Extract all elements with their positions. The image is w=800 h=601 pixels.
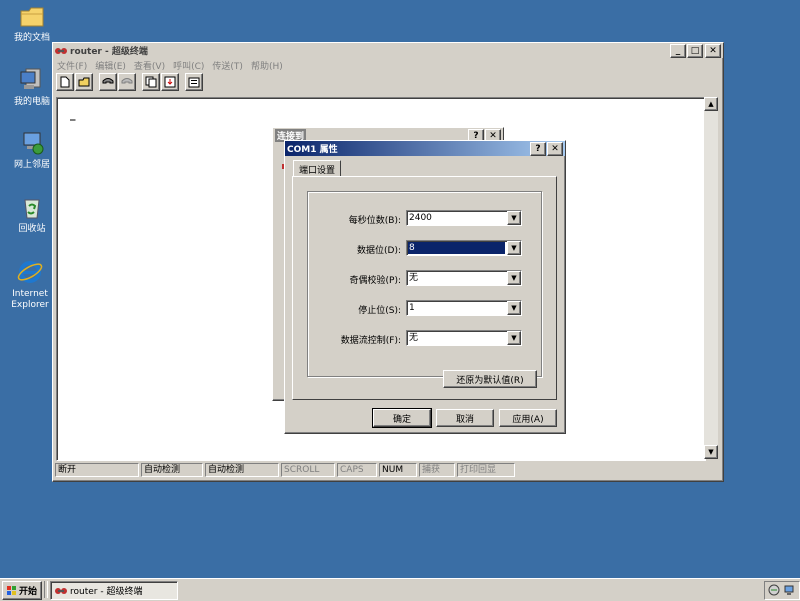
disconnect-icon[interactable] [118,73,136,91]
hyperterminal-app-icon [55,46,67,56]
status-capture: 捕获 [419,463,455,477]
cancel-button[interactable]: 取消 [436,409,494,427]
menu-file[interactable]: 文件(F) [57,59,87,72]
desktop-icon-internet-explorer[interactable]: Internet Explorer [0,258,60,311]
tray-volume-icon[interactable] [768,584,780,599]
receive-icon[interactable] [161,73,179,91]
field-row-stop-bits: 停止位(S): 1 ▼ [308,300,541,316]
flow-control-value: 无 [409,333,419,343]
main-titlebar[interactable]: router - 超级终端 _ □ ✕ [53,43,723,58]
scroll-up-button[interactable]: ▲ [704,97,718,111]
minimize-button[interactable]: _ [670,43,686,58]
recycle-bin-icon [18,193,46,221]
parity-value: 无 [409,273,419,283]
com-dialog-titlebar[interactable]: COM1 属性 ? ✕ [285,141,565,156]
menu-transfer[interactable]: 传送(T) [212,59,243,72]
baud-rate-value: 2400 [409,213,432,223]
tray-network-icon[interactable] [783,584,795,599]
dropdown-arrow-icon[interactable]: ▼ [507,211,521,225]
com-properties-dialog: COM1 属性 ? ✕ 端口设置 每秒位数(B): 2400 ▼ 数据位(D):… [284,140,566,434]
maximize-button[interactable]: □ [687,43,703,58]
dropdown-arrow-icon[interactable]: ▼ [507,301,521,315]
windows-logo-icon [6,585,17,596]
scroll-down-button[interactable]: ▼ [704,445,718,459]
flow-control-select[interactable]: 无 ▼ [406,330,522,346]
call-icon[interactable] [99,73,117,91]
data-bits-select[interactable]: 8 ▼ [406,240,522,256]
send-icon[interactable] [142,73,160,91]
menu-view[interactable]: 查看(V) [134,59,165,72]
data-bits-label: 数据位(D): [357,246,401,256]
desktop-icon-label: Explorer [11,300,49,310]
com-dialog-title: COM1 属性 [287,145,338,155]
system-tray [764,581,800,600]
toolbar [53,72,723,92]
internet-explorer-icon [16,258,44,286]
vertical-scrollbar[interactable]: ▲ ▼ [704,97,718,459]
status-connection: 断开 [55,463,139,477]
settings-group: 每秒位数(B): 2400 ▼ 数据位(D): 8 ▼ 奇偶校验(P): 无 ▼ [307,191,542,377]
stop-bits-value: 1 [409,303,415,313]
stop-bits-select[interactable]: 1 ▼ [406,300,522,316]
data-bits-value: 8 [408,242,505,254]
dropdown-arrow-icon[interactable]: ▼ [507,271,521,285]
status-print-echo: 打印回显 [457,463,515,477]
field-row-parity: 奇偶校验(P): 无 ▼ [308,270,541,286]
status-detect-2: 自动检测 [205,463,279,477]
open-folder-icon[interactable] [75,73,93,91]
taskbar-task-hyperterminal[interactable]: router - 超级终端 [50,581,178,600]
properties-icon[interactable] [185,73,203,91]
start-label: 开始 [18,587,37,597]
menu-help[interactable]: 帮助(H) [251,59,283,72]
field-row-data-bits: 数据位(D): 8 ▼ [308,240,541,256]
computer-icon [18,66,46,94]
close-button[interactable]: ✕ [547,141,563,156]
baud-rate-label: 每秒位数(B): [348,216,401,226]
taskbar-divider [44,581,48,598]
parity-label: 奇偶校验(P): [349,276,401,286]
field-row-flow-control: 数据流控制(F): 无 ▼ [308,330,541,346]
menu-edit[interactable]: 编辑(E) [95,59,126,72]
menu-call[interactable]: 呼叫(C) [173,59,204,72]
start-button[interactable]: 开始 [2,581,42,600]
folder-icon [18,2,46,30]
menu-bar: 文件(F) 编辑(E) 查看(V) 呼叫(C) 传送(T) 帮助(H) [53,58,723,72]
status-caps: CAPS [337,463,377,477]
apply-button[interactable]: 应用(A) [499,409,557,427]
help-button[interactable]: ? [530,141,546,156]
restore-defaults-button[interactable]: 还原为默认值(R) [443,370,537,388]
parity-select[interactable]: 无 ▼ [406,270,522,286]
main-window-title: router - 超级终端 [70,47,148,57]
taskbar: 开始 router - 超级终端 [0,578,800,601]
stop-bits-label: 停止位(S): [358,306,401,316]
network-icon [18,129,46,157]
status-scroll: SCROLL [281,463,335,477]
desktop-icon-my-documents[interactable]: 我的文档 [2,2,62,44]
dropdown-arrow-icon[interactable]: ▼ [507,331,521,345]
desktop-icon-label: Internet [12,289,48,299]
taskbar-task-label: router - 超级终端 [70,587,143,597]
status-bar: 断开 自动检测 自动检测 SCROLL CAPS NUM 捕获 打印回显 [55,463,719,477]
new-icon[interactable] [56,73,74,91]
field-row-baud: 每秒位数(B): 2400 ▼ [308,210,541,226]
flow-control-label: 数据流控制(F): [340,336,401,346]
hyperterminal-app-icon [55,586,67,596]
status-detect-1: 自动检测 [141,463,203,477]
ok-button[interactable]: 确定 [372,408,432,428]
port-settings-panel: 每秒位数(B): 2400 ▼ 数据位(D): 8 ▼ 奇偶校验(P): 无 ▼ [292,176,557,400]
baud-rate-select[interactable]: 2400 ▼ [406,210,522,226]
dropdown-arrow-icon[interactable]: ▼ [507,241,521,255]
terminal-cursor: _ [70,108,76,121]
close-button[interactable]: ✕ [705,43,721,58]
status-num: NUM [379,463,417,477]
